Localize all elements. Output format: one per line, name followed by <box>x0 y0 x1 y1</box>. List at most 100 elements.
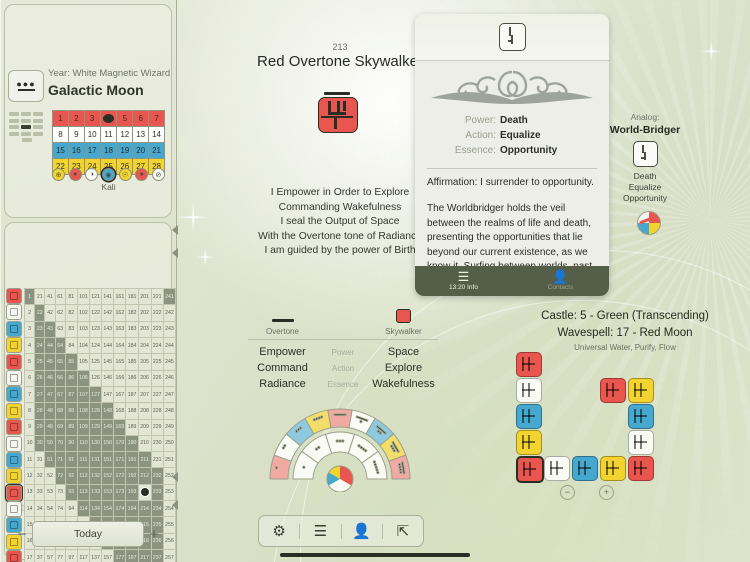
tzolkin-cell[interactable]: 3 <box>23 320 36 338</box>
tzolkin-cell[interactable]: 166 <box>113 369 127 387</box>
tzolkin-cell[interactable]: 21 <box>34 287 46 306</box>
tzolkin-cell[interactable]: 256 <box>162 532 177 551</box>
tzolkin-cell[interactable]: 204 <box>137 336 152 355</box>
tzolkin-cell[interactable]: 222 <box>150 304 164 322</box>
tzolkin-cell[interactable]: 51 <box>44 451 56 469</box>
tzolkin-cell[interactable]: 223 <box>150 320 164 338</box>
tzolkin-cell[interactable]: 168 <box>113 402 127 420</box>
tzolkin-cell[interactable]: 87 <box>64 385 78 404</box>
tzolkin-cell[interactable]: 63 <box>54 320 66 338</box>
tzolkin-cell[interactable]: 225 <box>150 353 164 371</box>
tzolkin-cell[interactable]: 234 <box>150 500 164 518</box>
tzolkin-cell[interactable]: 211 <box>137 451 152 469</box>
tzolkin-cell[interactable]: 105 <box>76 353 91 371</box>
tzolkin-cell[interactable]: 112 <box>76 467 91 485</box>
tzolkin-cell[interactable]: 125 <box>89 353 103 371</box>
tzolkin-cell[interactable]: 49 <box>44 418 56 436</box>
tzolkin-cell[interactable]: 42 <box>44 304 56 322</box>
plasma-icon[interactable]: ☉ <box>118 168 132 181</box>
week-day-cell[interactable]: 17 <box>83 142 101 159</box>
skywalker-seal-icon[interactable] <box>516 456 544 483</box>
moon-seal-icon[interactable] <box>600 378 626 403</box>
tzolkin-cell[interactable]: 14 <box>23 500 36 518</box>
tzolkin-cell[interactable]: 74 <box>54 500 66 518</box>
tzolkin-cell[interactable]: 230 <box>150 434 164 453</box>
tzolkin-seal-icon[interactable] <box>6 369 22 386</box>
tzolkin-cell[interactable]: 82 <box>64 304 78 322</box>
tzolkin-cell[interactable]: 227 <box>150 385 164 404</box>
tzolkin-cell[interactable]: 228 <box>150 402 164 420</box>
tzolkin-cell[interactable]: 163 <box>113 320 127 338</box>
tzolkin-cell[interactable]: 89 <box>64 418 78 436</box>
tzolkin-cell[interactable]: 62 <box>54 304 66 322</box>
tzolkin-cell[interactable]: 173 <box>113 483 127 502</box>
tzolkin-cell[interactable]: 52 <box>44 467 56 485</box>
tzolkin-cell[interactable]: 154 <box>101 500 115 518</box>
tzolkin-cell[interactable]: 101 <box>76 287 91 306</box>
tzolkin-cell[interactable]: 37 <box>34 548 46 562</box>
monkey-seal-icon[interactable] <box>516 404 542 429</box>
tzolkin-cell[interactable]: 183 <box>125 320 139 338</box>
tzolkin-cell[interactable]: 26 <box>34 369 46 387</box>
tzolkin-cell[interactable]: 194 <box>125 500 139 518</box>
oracle-wheel-icon[interactable] <box>637 211 661 235</box>
skywalker-seal-icon[interactable] <box>318 92 358 133</box>
tzolkin-cell[interactable]: 91 <box>64 451 78 469</box>
moon-seal-icon[interactable] <box>516 352 542 377</box>
tzolkin-cell[interactable]: 64 <box>54 336 66 355</box>
tzolkin-cell[interactable]: 92 <box>64 467 78 485</box>
plasma-icon[interactable]: ● <box>68 168 82 181</box>
tzolkin-cell[interactable]: 22 <box>34 304 46 322</box>
tzolkin-seal-icon[interactable] <box>5 483 23 502</box>
tzolkin-cell[interactable]: 71 <box>54 451 66 469</box>
tzolkin-cell[interactable]: 191 <box>125 451 139 469</box>
tzolkin-seal-icon[interactable] <box>6 550 22 562</box>
tzolkin-cell[interactable]: 70 <box>54 434 66 453</box>
tzolkin-cell[interactable]: 129 <box>89 418 103 436</box>
tzolkin-cell[interactable]: 44 <box>44 336 56 355</box>
week-day-cell[interactable]: 14 <box>148 126 165 143</box>
tzolkin-seal-icon[interactable] <box>6 386 22 403</box>
previous-day-button[interactable]: − <box>12 526 32 543</box>
tzolkin-cell[interactable]: 9 <box>23 418 36 436</box>
next-day-button[interactable]: + <box>144 526 164 543</box>
week-day-cell[interactable]: 16 <box>67 142 85 159</box>
tzolkin-cell[interactable]: 202 <box>137 304 152 322</box>
tzolkin-cell[interactable]: 83 <box>64 320 78 338</box>
tzolkin-cell[interactable]: 97 <box>64 548 78 562</box>
tzolkin-cell[interactable]: 208 <box>137 402 152 420</box>
tzolkin-today-cell[interactable] <box>137 483 152 502</box>
tzolkin-cell[interactable]: 181 <box>125 287 139 306</box>
week-day-cell[interactable]: 20 <box>132 142 150 159</box>
tzolkin-cell[interactable]: 103 <box>76 320 91 338</box>
week-day-cell[interactable]: 13 <box>132 126 150 143</box>
warrior-seal-icon[interactable] <box>600 456 626 481</box>
tzolkin-cell[interactable]: 144 <box>101 336 115 355</box>
tzolkin-cell[interactable]: 157 <box>101 548 115 562</box>
tzolkin-cell[interactable]: 10 <box>23 434 36 453</box>
tzolkin-cell[interactable]: 131 <box>89 451 103 469</box>
tzolkin-cell[interactable]: 147 <box>101 385 115 404</box>
tzolkin-cell[interactable]: 81 <box>64 287 78 306</box>
week-day-cell[interactable]: 1 <box>52 110 69 127</box>
tzolkin-cell[interactable]: 94 <box>64 500 78 518</box>
tzolkin-cell[interactable]: 24 <box>34 336 46 355</box>
tzolkin-cell[interactable]: 231 <box>150 451 164 469</box>
tzolkin-cell[interactable]: 29 <box>34 418 46 436</box>
week-day-cell[interactable]: 10 <box>83 126 101 143</box>
dog-seal-icon[interactable] <box>516 378 542 403</box>
tzolkin-cell[interactable]: 77 <box>54 548 66 562</box>
tzolkin-cell[interactable]: 193 <box>125 483 139 502</box>
tzolkin-cell[interactable]: 57 <box>44 548 56 562</box>
tzolkin-cell[interactable]: 27 <box>34 385 46 404</box>
week-day-cell[interactable]: 5 <box>116 110 134 127</box>
week-day-cell[interactable]: 8 <box>52 126 69 143</box>
tzolkin-cell[interactable]: 226 <box>150 369 164 387</box>
tzolkin-seal-icon[interactable] <box>6 435 22 452</box>
plasma-icon[interactable]: ⊕ <box>52 168 65 181</box>
human-seal-icon[interactable] <box>628 378 654 403</box>
tzolkin-cell[interactable]: 106 <box>76 369 91 387</box>
tzolkin-cell[interactable]: 117 <box>76 548 91 562</box>
tzolkin-cell[interactable]: 243 <box>162 320 177 338</box>
tzolkin-cell[interactable]: 66 <box>54 369 66 387</box>
